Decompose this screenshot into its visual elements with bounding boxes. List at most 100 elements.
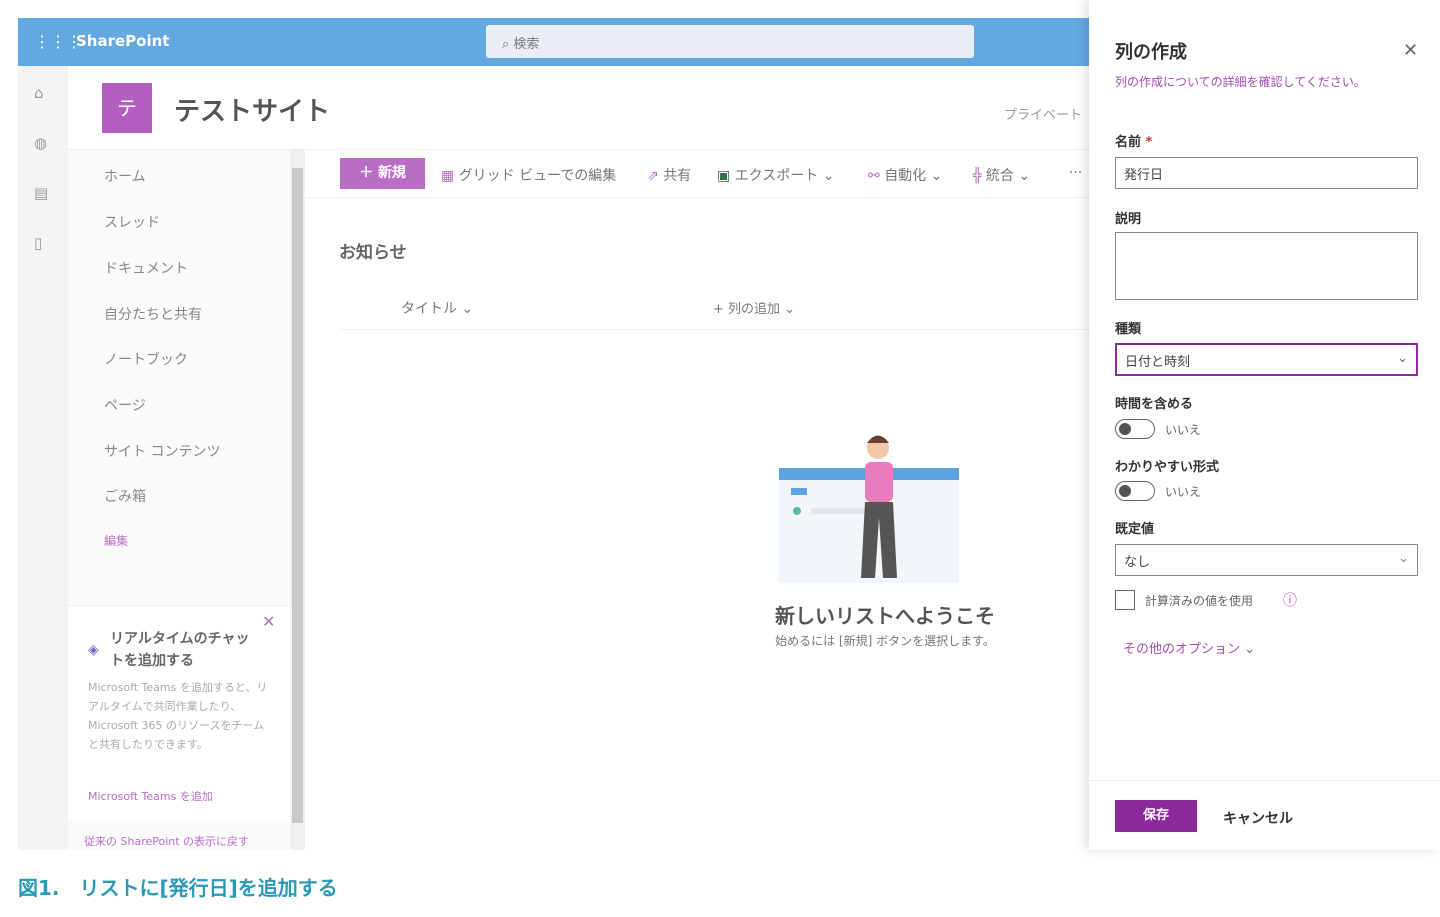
name-label: 名前 * (1115, 131, 1152, 150)
top-bar: ⋮⋮⋮ SharePoint ⌕ 検索 (18, 18, 1089, 66)
type-dropdown[interactable]: 日付と時刻 ⌄ (1115, 343, 1418, 376)
plus-icon: ＋ (359, 165, 378, 181)
type-label: 種類 (1115, 322, 1142, 337)
add-column-label: 列の追加 (728, 302, 781, 317)
close-icon[interactable]: ✕ (1403, 40, 1418, 61)
share-icon: ⇗ (647, 168, 664, 184)
classic-view-link[interactable]: 従来の SharePoint の表示に戻す (84, 833, 249, 849)
chevron-down-icon: ⌄ (930, 168, 943, 184)
empty-list-title: 新しいリストへようこそ (775, 604, 995, 628)
grid-label: グリッド ビューでの編集 (458, 168, 617, 184)
include-time-value: いいえ (1165, 423, 1202, 437)
integrate-label: 統合 (985, 168, 1014, 184)
friendly-format-value: いいえ (1165, 485, 1202, 499)
include-time-label: 時間を含める (1115, 397, 1194, 412)
chevron-down-icon: ⌄ (1244, 642, 1256, 657)
nav-item-shared[interactable]: 自分たちと共有 (104, 304, 202, 324)
description-label: 説明 (1115, 212, 1142, 227)
calculated-value-checkbox[interactable] (1115, 590, 1135, 610)
share-button[interactable]: ⇗ 共有 (647, 165, 691, 185)
default-value-label: 既定値 (1115, 522, 1155, 537)
close-icon[interactable]: ✕ (262, 612, 275, 631)
column-header-title[interactable]: タイトル ⌄ (401, 298, 473, 318)
export-button[interactable]: ▣ エクスポート ⌄ (717, 165, 834, 185)
create-column-panel: 列の作成 ✕ 列の作成についての詳細を確認してください。 名前 * 発行日 説明… (1089, 0, 1440, 850)
chevron-down-icon: ⌄ (1398, 551, 1409, 566)
search-placeholder: 検索 (513, 37, 540, 52)
automate-button[interactable]: ⚯ 自動化 ⌄ (868, 165, 942, 185)
nav-item-site-contents[interactable]: サイト コンテンツ (104, 441, 220, 461)
more-options-button[interactable]: その他のオプション ⌄ (1123, 638, 1255, 657)
nav-item-notebook[interactable]: ノートブック (104, 349, 188, 369)
main-content: ＋ 新規 ▦ グリッド ビューでの編集 ⇗ 共有 ▣ エクスポート ⌄ ⚯ 自動… (305, 150, 1089, 850)
teams-icon: ◈ (88, 642, 99, 658)
divider (1089, 780, 1440, 781)
news-icon[interactable]: ▤ (34, 184, 48, 202)
excel-icon: ▣ (717, 168, 735, 184)
column-title-label: タイトル (401, 301, 457, 317)
nav-item-home[interactable]: ホーム (104, 166, 146, 186)
include-time-toggle[interactable] (1115, 419, 1155, 439)
calculated-value-label: 計算済みの値を使用 (1145, 594, 1254, 608)
nav-edit-link[interactable]: 編集 (104, 532, 128, 549)
more-button[interactable]: ··· (1069, 165, 1082, 181)
nav-scrollbar[interactable] (290, 150, 305, 850)
cancel-button[interactable]: キャンセル (1223, 808, 1293, 828)
integrate-button[interactable]: ╬ 統合 ⌄ (973, 165, 1030, 185)
add-teams-link[interactable]: Microsoft Teams を追加 (88, 788, 213, 804)
type-value: 日付と時刻 (1125, 355, 1191, 370)
search-icon: ⌕ (502, 37, 514, 52)
app-launcher-icon[interactable]: ⋮⋮⋮ (34, 32, 82, 51)
teams-card-body: Microsoft Teams を追加すると、リアルタイムで共同作業したり、Mi… (88, 681, 268, 751)
share-label: 共有 (663, 168, 692, 184)
site-header: テ テストサイト プライベート (68, 66, 1089, 150)
nav-item-pages[interactable]: ページ (104, 395, 146, 415)
grid-edit-button[interactable]: ▦ グリッド ビューでの編集 (441, 165, 616, 185)
chevron-down-icon: ⌄ (822, 168, 835, 184)
teams-card: ✕ ◈ リアルタイムのチャットを追加する Microsoft Teams を追加… (68, 605, 290, 820)
export-label: エクスポート (734, 168, 819, 184)
empty-list-subtitle: 始めるには [新規] ボタンを選択します。 (775, 634, 995, 648)
figure-caption: 図1. リストに[発行日]を追加する (18, 876, 338, 900)
chevron-down-icon: ⌄ (1018, 168, 1031, 184)
automate-label: 自動化 (884, 168, 927, 184)
new-button[interactable]: ＋ 新規 (340, 158, 425, 189)
empty-list-illustration (779, 435, 959, 583)
new-label: 新規 (377, 165, 406, 181)
scrollbar-thumb[interactable] (292, 168, 303, 823)
name-input[interactable]: 発行日 (1115, 157, 1418, 189)
site-logo: テ (102, 83, 152, 133)
save-button[interactable]: 保存 (1115, 800, 1197, 832)
list-title: お知らせ (339, 243, 407, 263)
command-bar: ＋ 新規 ▦ グリッド ビューでの編集 ⇗ 共有 ▣ エクスポート ⌄ ⚯ 自動… (305, 150, 1089, 198)
nav-item-threads[interactable]: スレッド (104, 212, 160, 232)
nav-item-recycle-bin[interactable]: ごみ箱 (104, 486, 146, 506)
privacy-label: プライベート (1004, 108, 1083, 123)
panel-title: 列の作成 (1115, 42, 1187, 63)
app-rail: ⌂ ◍ ▤ ▯ (18, 66, 68, 850)
app-name[interactable]: SharePoint (76, 32, 169, 50)
teams-card-title: リアルタイムのチャットを追加する (110, 631, 250, 669)
home-icon[interactable]: ⌂ (34, 84, 44, 102)
search-input[interactable]: ⌕ 検索 (486, 25, 974, 58)
more-options-label: その他のオプション (1123, 642, 1241, 657)
grid-icon: ▦ (441, 168, 459, 184)
nav-item-documents[interactable]: ドキュメント (104, 258, 188, 278)
description-textarea[interactable] (1115, 232, 1418, 300)
friendly-format-toggle[interactable] (1115, 481, 1155, 501)
flow-icon: ⚯ (868, 168, 885, 184)
name-label-text: 名前 (1115, 135, 1142, 150)
integrate-icon: ╬ (973, 168, 986, 184)
default-value: なし (1124, 555, 1151, 570)
globe-icon[interactable]: ◍ (34, 134, 47, 152)
required-marker: * (1145, 135, 1153, 150)
chevron-down-icon: ⌄ (1397, 351, 1408, 366)
document-icon[interactable]: ▯ (34, 234, 42, 252)
default-value-dropdown[interactable]: なし ⌄ (1115, 544, 1418, 576)
help-link[interactable]: 列の作成についての詳細を確認してください。 (1115, 72, 1395, 93)
site-title[interactable]: テストサイト (174, 91, 330, 128)
list-header: タイトル ⌄ + 列の追加 ⌄ (339, 290, 1089, 330)
add-column-button[interactable]: + 列の追加 ⌄ (713, 298, 795, 317)
info-icon[interactable]: ⓘ (1283, 590, 1297, 610)
left-nav: ホーム スレッド ドキュメント 自分たちと共有 ノートブック ページ サイト コ… (68, 150, 290, 850)
